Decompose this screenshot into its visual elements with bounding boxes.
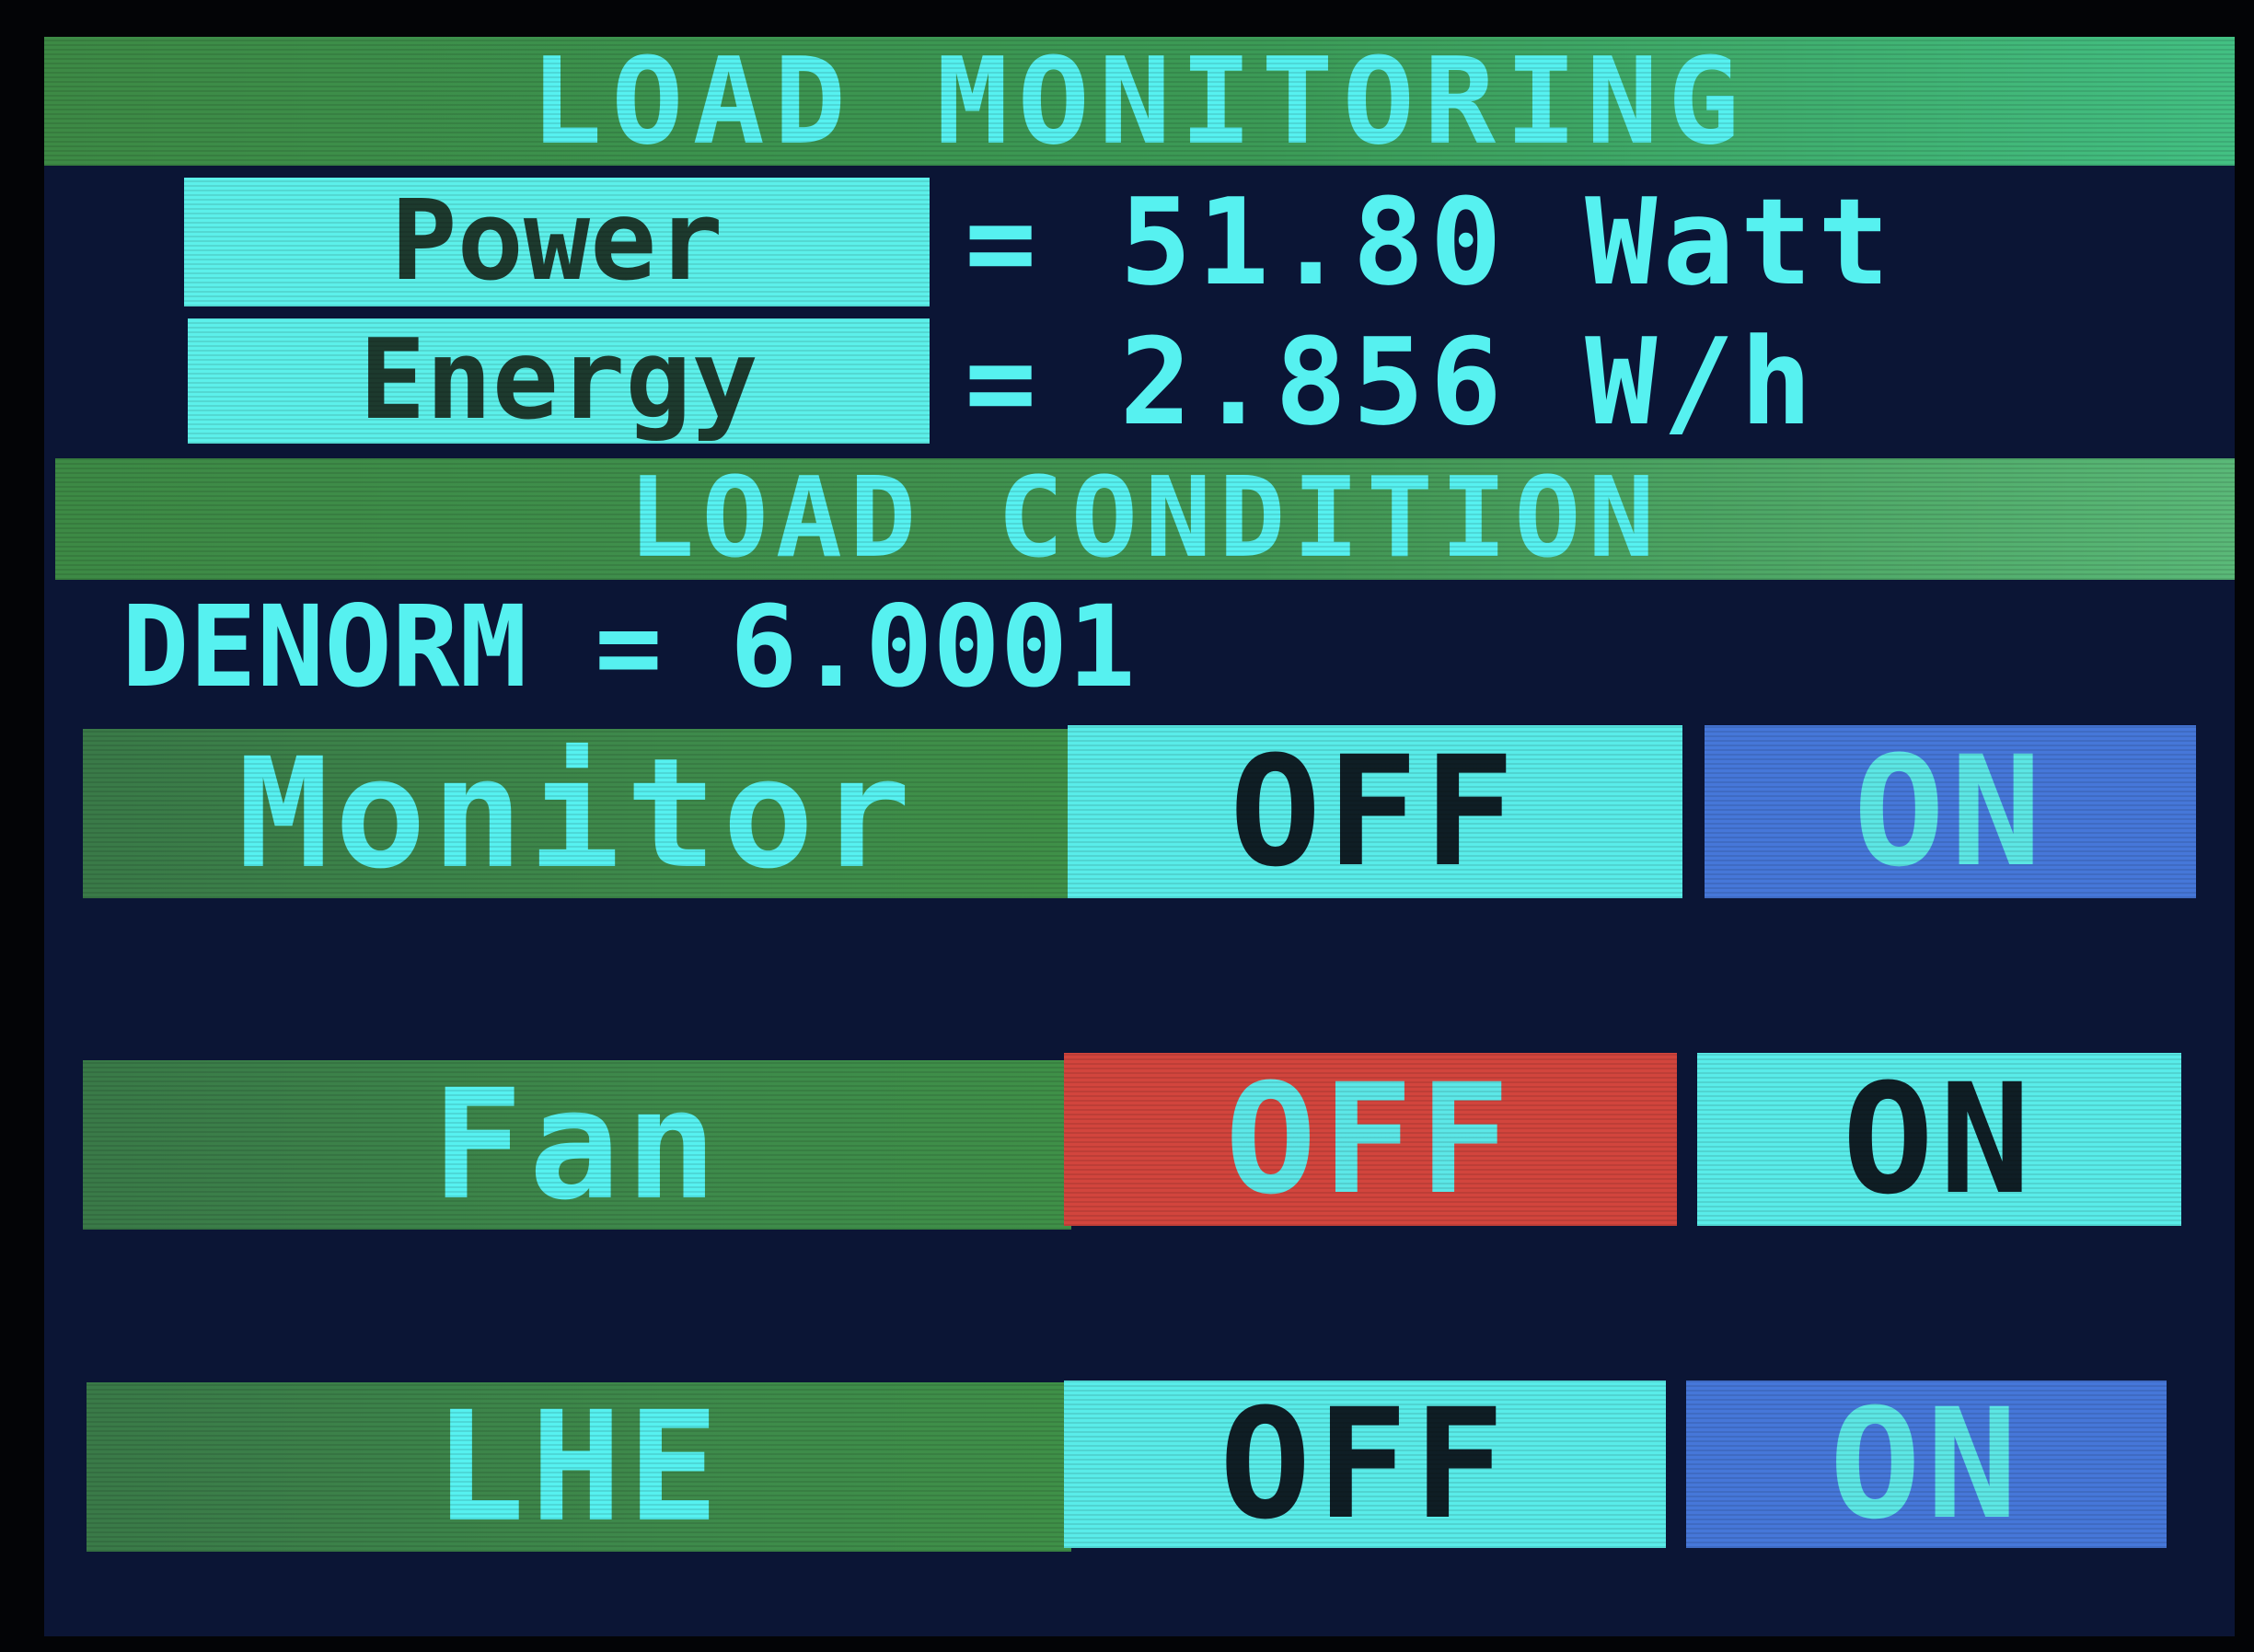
fan-on-label: ON bbox=[1842, 1050, 2037, 1228]
lhe-off-label: OFF bbox=[1219, 1375, 1510, 1553]
denorm-readout: DENORM = 6.0001 bbox=[121, 582, 1136, 712]
monitor-off-button[interactable]: OFF bbox=[1068, 725, 1682, 898]
load-row-monitor: Monitor bbox=[83, 729, 1071, 898]
page-title: LOAD MONITORING bbox=[530, 37, 1749, 171]
monitor-on-button[interactable]: ON bbox=[1705, 725, 2196, 898]
lcd-screen: LOAD MONITORING Power = 51.80 Watt Energ… bbox=[44, 37, 2235, 1636]
lhe-off-button[interactable]: OFF bbox=[1064, 1381, 1666, 1548]
load-row-fan: Fan bbox=[83, 1060, 1071, 1230]
load-row-lhe: LHE bbox=[87, 1382, 1071, 1552]
load-label-lhe: LHE bbox=[433, 1378, 724, 1555]
fan-on-button[interactable]: ON bbox=[1697, 1053, 2181, 1226]
energy-label-box: Energy bbox=[188, 318, 930, 444]
energy-value: = 2.856 W/h bbox=[965, 312, 1818, 452]
fan-off-label: OFF bbox=[1224, 1050, 1516, 1228]
load-label-monitor: Monitor bbox=[237, 724, 917, 902]
fan-off-button[interactable]: OFF bbox=[1064, 1053, 1677, 1226]
power-label: Power bbox=[390, 178, 723, 306]
power-value: = 51.80 Watt bbox=[965, 172, 1896, 312]
lhe-on-button[interactable]: ON bbox=[1686, 1381, 2167, 1548]
power-label-box: Power bbox=[184, 178, 930, 306]
monitor-on-label: ON bbox=[1853, 722, 2048, 900]
lhe-on-label: ON bbox=[1829, 1375, 2024, 1553]
load-label-fan: Fan bbox=[431, 1056, 722, 1233]
header-bar: LOAD MONITORING bbox=[44, 37, 2235, 166]
energy-label: Energy bbox=[359, 317, 758, 445]
monitor-off-label: OFF bbox=[1229, 722, 1520, 900]
load-condition-title: LOAD CONDITION bbox=[628, 455, 1662, 583]
load-condition-bar: LOAD CONDITION bbox=[55, 458, 2235, 580]
